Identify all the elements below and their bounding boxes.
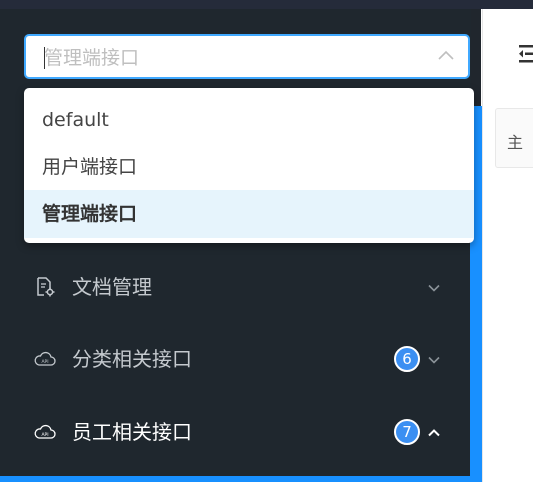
- menu-item-label: 员工相关接口: [72, 420, 192, 444]
- chevron-down-icon[interactable]: [428, 345, 440, 373]
- menu-item-label: 文档管理: [72, 275, 152, 299]
- count-badge: 6: [394, 346, 420, 372]
- collapse-menu-icon[interactable]: [519, 43, 533, 71]
- count-badge: 7: [394, 419, 420, 445]
- menu-item-doc-management[interactable]: 文档管理: [0, 260, 470, 316]
- option-user-api[interactable]: 用户端接口: [24, 143, 474, 191]
- select-value: 管理端接口: [44, 47, 140, 69]
- top-strip: [0, 0, 533, 9]
- api-cloud-icon: API: [34, 421, 56, 443]
- svg-text:API: API: [41, 432, 48, 438]
- menu-item-label: 分类相关接口: [72, 347, 192, 371]
- sidebar-bottom-bar: [0, 476, 482, 482]
- document-gear-icon: [34, 276, 56, 298]
- option-default[interactable]: default: [24, 96, 474, 144]
- option-admin-api[interactable]: 管理端接口: [24, 190, 474, 238]
- select-dropdown: default 用户端接口 管理端接口: [24, 88, 474, 243]
- chevron-down-icon[interactable]: [428, 273, 440, 301]
- main-content: 主 |: [482, 9, 533, 482]
- menu-item-category-api[interactable]: API 分类相关接口 6: [0, 332, 470, 388]
- tab-home[interactable]: 主: [507, 129, 523, 153]
- menu-item-employee-api[interactable]: API 员工相关接口 7: [0, 405, 470, 461]
- svg-text:API: API: [41, 359, 48, 365]
- chevron-up-icon[interactable]: [428, 418, 440, 446]
- api-cloud-icon: API: [34, 348, 56, 370]
- chevron-up-icon[interactable]: [438, 46, 454, 65]
- api-group-select[interactable]: 管理端接口: [24, 34, 470, 79]
